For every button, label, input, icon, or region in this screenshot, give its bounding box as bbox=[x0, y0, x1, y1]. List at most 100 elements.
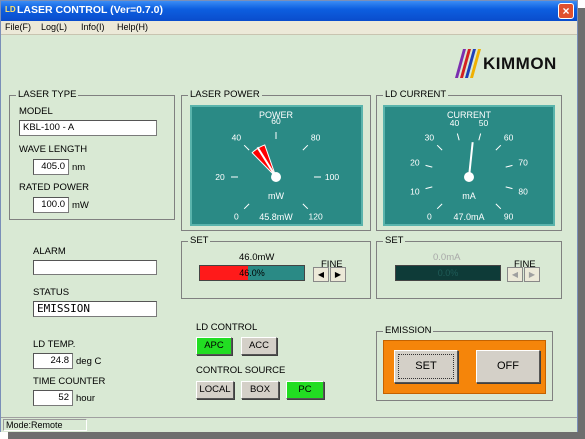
power-fine-decrease-button[interactable]: ◀ bbox=[313, 267, 329, 282]
laser-power-title: LASER POWER bbox=[188, 89, 262, 100]
mode-status: Mode:Remote bbox=[3, 419, 87, 431]
window-shadow-right bbox=[578, 8, 585, 439]
logo-stripes-icon bbox=[455, 49, 481, 78]
app-window: LD LASER CONTROL (Ver=0.7.0) × File(F) L… bbox=[0, 0, 578, 432]
window-shadow-bottom bbox=[8, 432, 585, 439]
current-gauge-tick-label-40: 40 bbox=[450, 118, 460, 128]
control-source-label: CONTROL SOURCE bbox=[196, 365, 286, 376]
ld-temp-label: LD TEMP. bbox=[33, 339, 76, 350]
menu-log[interactable]: Log(L) bbox=[41, 22, 67, 32]
menu-info[interactable]: Info(I) bbox=[81, 22, 105, 32]
current-set-bar-text: 0.0% bbox=[437, 268, 459, 278]
rated-power-label: RATED POWER bbox=[19, 182, 90, 193]
power-gauge-tick-0 bbox=[243, 203, 250, 210]
ld-temp-field: 24.8 bbox=[33, 353, 73, 369]
power-set-title: SET bbox=[188, 235, 211, 246]
power-gauge-tick-label-40: 40 bbox=[232, 132, 242, 142]
current-gauge-unit: mA bbox=[462, 191, 476, 201]
power-gauge-unit: mW bbox=[268, 191, 284, 201]
wavelength-unit: nm bbox=[72, 162, 86, 173]
alarm-label: ALARM bbox=[33, 246, 66, 257]
current-fine-decrease-button[interactable]: ◀ bbox=[507, 267, 523, 282]
time-counter-label: TIME COUNTER bbox=[33, 376, 106, 387]
power-set-value: 46.0mW bbox=[239, 252, 275, 263]
current-gauge-tick-0 bbox=[436, 203, 443, 210]
current-gauge-reading: 47.0mA bbox=[453, 212, 484, 222]
wavelength-field: 405.0 bbox=[33, 159, 69, 175]
current-gauge-tick-label-10: 10 bbox=[410, 186, 420, 196]
current-gauge-tick-20 bbox=[425, 164, 433, 168]
current-gauge-tick-50 bbox=[478, 133, 482, 141]
current-gauge-needle-hub bbox=[464, 172, 474, 182]
current-gauge-tick-label-90: 90 bbox=[504, 212, 514, 222]
current-set-bar[interactable]: 0.0% bbox=[395, 265, 501, 281]
power-set-bar[interactable]: 46.0% bbox=[199, 265, 305, 281]
power-gauge-reading: 45.8mW bbox=[259, 212, 293, 222]
status-field: EMISSION bbox=[33, 301, 157, 317]
menu-help[interactable]: Help(H) bbox=[117, 22, 148, 32]
power-gauge-tick-label-20: 20 bbox=[215, 172, 225, 182]
current-gauge-tick-label-0: 0 bbox=[427, 212, 432, 222]
logo-brand-text: KIMMON bbox=[483, 54, 557, 73]
current-gauge-tick-label-60: 60 bbox=[504, 132, 514, 142]
window-title: LASER CONTROL (Ver=0.7.0) bbox=[17, 4, 163, 16]
power-gauge-dial: POWER mW 45.8mW 020406080100120 bbox=[215, 110, 339, 222]
power-gauge-tick-label-0: 0 bbox=[234, 212, 239, 222]
current-gauge-tick-60 bbox=[495, 144, 502, 151]
current-gauge-tick-label-20: 20 bbox=[410, 158, 420, 168]
current-gauge-tick-80 bbox=[505, 186, 513, 190]
rated-power-field: 100.0 bbox=[33, 197, 69, 213]
current-gauge-needle bbox=[468, 142, 474, 178]
model-field: KBL-100 - A bbox=[19, 120, 157, 136]
time-counter-field: 52 bbox=[33, 390, 73, 406]
emission-set-button[interactable]: SET bbox=[394, 350, 458, 383]
power-fine-increase-button[interactable]: ▶ bbox=[330, 267, 346, 282]
box-button[interactable]: BOX bbox=[241, 381, 279, 399]
current-gauge-tick-10 bbox=[425, 186, 433, 190]
power-gauge-tick-label-100: 100 bbox=[325, 172, 339, 182]
local-button[interactable]: LOCAL bbox=[196, 381, 234, 399]
wavelength-label: WAVE LENGTH bbox=[19, 144, 88, 155]
current-gauge-tick-30 bbox=[436, 144, 443, 151]
status-bar: Mode:Remote bbox=[1, 417, 577, 432]
current-set-title: SET bbox=[383, 235, 406, 246]
close-button[interactable]: × bbox=[558, 3, 574, 19]
laser-type-title: LASER TYPE bbox=[16, 89, 79, 100]
kimmon-logo: KIMMON bbox=[441, 45, 571, 79]
power-gauge-tick-40 bbox=[243, 144, 250, 151]
time-counter-unit: hour bbox=[76, 393, 96, 404]
apc-button[interactable]: APC bbox=[196, 337, 232, 355]
current-gauge-tick-70 bbox=[505, 164, 513, 168]
power-gauge-tick-label-60: 60 bbox=[271, 116, 281, 126]
emission-off-button[interactable]: OFF bbox=[476, 350, 540, 383]
emission-title: EMISSION bbox=[383, 325, 434, 336]
ld-temp-unit: deg C bbox=[76, 356, 102, 367]
ld-control-label: LD CONTROL bbox=[196, 322, 258, 333]
current-gauge-tick-90 bbox=[495, 203, 502, 210]
emission-panel: SET OFF bbox=[383, 340, 546, 394]
current-set-value: 0.0mA bbox=[433, 252, 461, 263]
pc-button[interactable]: PC bbox=[286, 381, 324, 399]
current-gauge-tick-label-70: 70 bbox=[518, 158, 528, 168]
current-gauge-tick-label-30: 30 bbox=[425, 132, 435, 142]
current-gauge: CURRENT mA 47.0mA 0 10 20 30 40 50 60 70 80 90 bbox=[383, 105, 555, 226]
power-gauge-needle-hub bbox=[271, 172, 281, 182]
title-bar[interactable]: LD LASER CONTROL (Ver=0.7.0) × bbox=[1, 1, 577, 21]
current-gauge-tick-40 bbox=[456, 133, 460, 141]
power-gauge-tick-label-120: 120 bbox=[309, 212, 323, 222]
current-gauge-dial: CURRENT mA 47.0mA 010203040 5060708090 bbox=[410, 110, 528, 222]
alarm-field bbox=[33, 260, 157, 275]
ld-current-title: LD CURRENT bbox=[383, 89, 449, 100]
current-gauge-tick-label-80: 80 bbox=[518, 186, 528, 196]
menu-bar: File(F) Log(L) Info(I) Help(H) bbox=[1, 21, 577, 35]
power-set-bar-text: 46.0% bbox=[239, 268, 265, 278]
current-fine-increase-button[interactable]: ▶ bbox=[524, 267, 540, 282]
menu-file[interactable]: File(F) bbox=[5, 22, 31, 32]
power-gauge-tick-120 bbox=[302, 203, 309, 210]
rated-power-unit: mW bbox=[72, 200, 89, 211]
current-gauge-tick-label-50: 50 bbox=[479, 118, 489, 128]
status-label: STATUS bbox=[33, 287, 70, 298]
acc-button[interactable]: ACC bbox=[241, 337, 277, 355]
model-label: MODEL bbox=[19, 106, 53, 117]
app-icon: LD bbox=[5, 5, 16, 14]
